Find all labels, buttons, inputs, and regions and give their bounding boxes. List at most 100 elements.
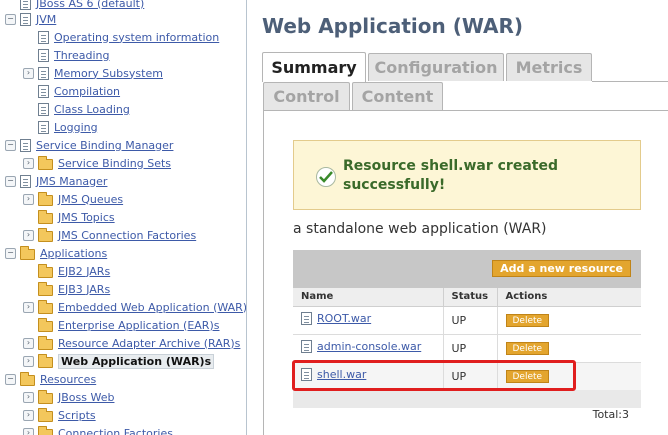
tree-item-connection-factories[interactable]: › Connection Factories — [23, 424, 173, 435]
column-header-name[interactable]: Name — [293, 288, 444, 307]
tree-item-jms-queues[interactable]: › JMS Queues — [23, 190, 123, 208]
tree-item-jms-topics[interactable]: JMS Topics — [23, 208, 115, 226]
resource-link[interactable]: ROOT.war — [301, 312, 371, 325]
success-message-text: Resource shell.war created successfully! — [343, 158, 558, 193]
tab-configuration[interactable]: Configuration — [368, 53, 504, 81]
tree-item-service-binding-manager[interactable]: − Service Binding Manager — [5, 136, 173, 154]
tree-item-label[interactable]: Operating system information — [54, 31, 219, 44]
tree-item-label[interactable]: EJB2 JARs — [58, 265, 110, 278]
document-icon — [20, 12, 31, 26]
tree-item-label[interactable]: Scripts — [58, 409, 96, 422]
tree-item-label[interactable]: Enterprise Application (EAR)s — [58, 319, 219, 332]
folder-icon — [38, 353, 53, 368]
tree-item-embedded-war[interactable]: › Embedded Web Application (WAR)s — [23, 298, 246, 316]
document-icon — [38, 102, 49, 116]
delete-button[interactable]: Delete — [505, 314, 550, 328]
tree-item-applications[interactable]: − Applications — [5, 244, 107, 262]
tab-divider — [592, 81, 668, 82]
expand-toggle-icon[interactable]: › — [23, 355, 34, 367]
tree-item-label[interactable]: Service Binding Sets — [58, 157, 171, 170]
tree-item-compilation[interactable]: Compilation — [23, 82, 120, 100]
expand-toggle-icon[interactable]: › — [23, 229, 34, 241]
tree-item-label[interactable]: Class Loading — [54, 103, 130, 116]
tree-item-os-info[interactable]: Operating system information — [23, 28, 219, 46]
resource-name[interactable]: admin-console.war — [317, 340, 421, 353]
tree-item-jms-connection-factories[interactable]: › JMS Connection Factories — [23, 226, 196, 244]
tree-item-label[interactable]: Resources — [40, 373, 96, 386]
tree-item-threading[interactable]: Threading — [23, 46, 109, 64]
tree-item-label[interactable]: EJB3 JARs — [58, 283, 110, 296]
document-icon — [38, 84, 49, 98]
resource-actions-cell: Delete — [497, 334, 641, 363]
resource-link[interactable]: admin-console.war — [301, 340, 421, 353]
tree-item-jms-manager[interactable]: − JMS Manager — [5, 172, 107, 190]
tree-item-label[interactable]: JMS Queues — [58, 193, 123, 206]
tree-item-label[interactable]: JVM — [36, 13, 56, 26]
tree-item-label[interactable]: JMS Manager — [36, 175, 107, 188]
tree-item-ejb2-jars[interactable]: EJB2 JARs — [23, 262, 110, 280]
tree-item-ejb3-jars[interactable]: EJB3 JARs — [23, 280, 110, 298]
resource-name[interactable]: ROOT.war — [317, 312, 371, 325]
tree-item-resources[interactable]: − Resources — [5, 370, 96, 388]
tab-content[interactable]: Content — [352, 82, 443, 110]
tree-item-memory-subsystem[interactable]: › Memory Subsystem — [23, 64, 163, 82]
tree-item-enterprise-ear[interactable]: Enterprise Application (EAR)s — [23, 316, 219, 334]
table-header-row: Name Status Actions — [293, 288, 641, 307]
delete-button[interactable]: Delete — [505, 370, 550, 384]
add-resource-button[interactable]: Add a new resource — [492, 260, 631, 277]
folder-icon — [38, 281, 53, 296]
expand-toggle-icon[interactable]: › — [23, 337, 34, 349]
tree-item-label[interactable]: Resource Adapter Archive (RAR)s — [58, 337, 240, 350]
tree-item-label[interactable]: Applications — [40, 247, 107, 260]
tree-item-label[interactable]: JMS Topics — [58, 211, 115, 224]
tree-toggle — [23, 32, 34, 43]
tree-item-service-binding-sets[interactable]: › Service Binding Sets — [23, 154, 171, 172]
success-message: Resource shell.war created successfully! — [293, 140, 641, 210]
resource-actions-cell: Delete — [497, 362, 641, 391]
tree-item-logging[interactable]: Logging — [23, 118, 98, 136]
folder-icon — [20, 371, 35, 386]
tree-item-scripts[interactable]: › Scripts — [23, 406, 96, 424]
expand-toggle-icon[interactable]: › — [23, 301, 34, 313]
document-icon — [38, 66, 49, 80]
collapse-toggle-icon[interactable]: − — [5, 247, 16, 259]
tab-summary[interactable]: Summary — [262, 52, 366, 82]
tree-item-label[interactable]: Compilation — [54, 85, 120, 98]
tree-item-resource-adapter-rar[interactable]: › Resource Adapter Archive (RAR)s — [23, 334, 240, 352]
resource-name-cell: admin-console.war — [293, 334, 444, 363]
tree-item-label-selected[interactable]: Web Application (WAR)s — [58, 353, 215, 369]
tree-item-jvm[interactable]: − JVM — [5, 10, 56, 28]
tree-item-label[interactable]: JBoss Web — [58, 391, 114, 404]
navigation-tree: JBoss AS 6 (default) − JVM Operating sys… — [0, 0, 247, 435]
tree-item-label[interactable]: Logging — [54, 121, 98, 134]
tree-item-class-loading[interactable]: Class Loading — [23, 100, 130, 118]
tree-item-label[interactable]: Embedded Web Application (WAR)s — [58, 301, 246, 314]
tab-control[interactable]: Control — [263, 82, 350, 110]
delete-button[interactable]: Delete — [505, 342, 550, 356]
resource-name[interactable]: shell.war — [317, 368, 366, 381]
collapse-toggle-icon[interactable]: − — [5, 175, 16, 187]
resource-status: UP — [443, 306, 498, 335]
expand-toggle-icon[interactable]: › — [23, 409, 34, 421]
expand-toggle-icon[interactable]: › — [23, 67, 34, 79]
expand-toggle-icon[interactable]: › — [23, 427, 34, 435]
tree-item-label[interactable]: Connection Factories — [58, 427, 173, 435]
tree-item-label[interactable]: Service Binding Manager — [36, 139, 173, 152]
expand-toggle-icon[interactable]: › — [23, 157, 34, 169]
collapse-toggle-icon[interactable]: − — [5, 13, 16, 25]
column-header-status[interactable]: Status — [443, 288, 498, 307]
tree-item-label[interactable]: JMS Connection Factories — [58, 229, 196, 242]
expand-toggle-icon[interactable]: › — [23, 193, 34, 205]
tree-item-web-application-war[interactable]: › Web Application (WAR)s — [23, 352, 215, 370]
tree-item-jboss-web[interactable]: › JBoss Web — [23, 388, 114, 406]
tab-metrics[interactable]: Metrics — [506, 53, 592, 81]
tree-item-label[interactable]: JBoss AS 6 (default) — [36, 0, 144, 10]
collapse-toggle-icon[interactable]: − — [5, 373, 16, 385]
tree-toggle — [23, 212, 34, 223]
tree-item-label[interactable]: Memory Subsystem — [54, 67, 163, 80]
tree-item-label[interactable]: Threading — [54, 49, 109, 62]
document-icon — [38, 120, 49, 134]
collapse-toggle-icon[interactable]: − — [5, 139, 16, 151]
expand-toggle-icon[interactable]: › — [23, 391, 34, 403]
resource-link[interactable]: shell.war — [301, 368, 366, 381]
